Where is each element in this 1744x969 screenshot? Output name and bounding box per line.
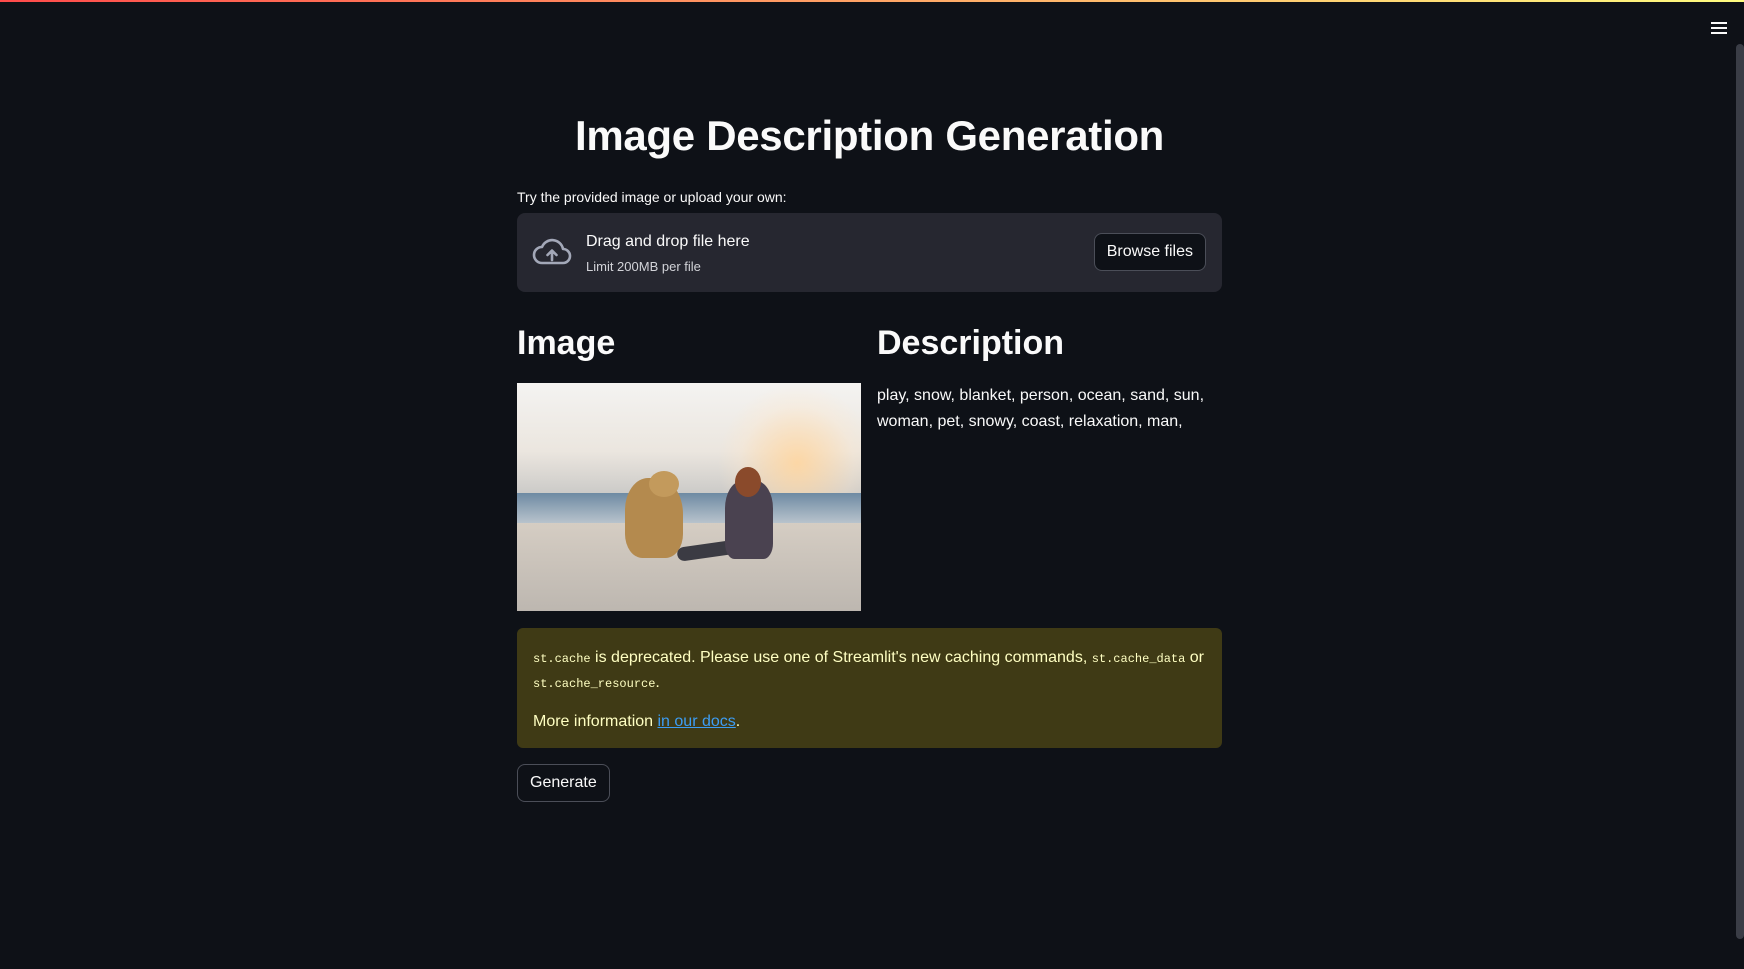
image-column-header: Image: [517, 324, 616, 362]
code-st-cache-data: st.cache_data: [1091, 652, 1186, 666]
description-column-header: Description: [877, 324, 1065, 362]
dropzone-title: Drag and drop file here: [586, 233, 750, 250]
warning-message: st.cache is deprecated. Please use one o…: [533, 649, 1204, 691]
generate-button[interactable]: Generate: [517, 764, 610, 802]
warning-more-info: More information in our docs.: [533, 713, 741, 730]
file-dropzone[interactable]: Drag and drop file here Limit 200MB per …: [517, 213, 1222, 292]
uploader-label: Try the provided image or upload your ow…: [517, 189, 787, 205]
code-st-cache-resource: st.cache_resource: [533, 677, 656, 691]
header-decoration-bar: [0, 0, 1744, 2]
docs-link[interactable]: in our docs: [658, 713, 736, 730]
scrollbar[interactable]: [1736, 44, 1744, 939]
code-st-cache: st.cache: [533, 652, 591, 666]
description-text: play, snow, blanket, person, ocean, sand…: [877, 387, 1205, 430]
deprecation-warning: st.cache is deprecated. Please use one o…: [517, 628, 1222, 748]
browse-files-button[interactable]: Browse files: [1093, 233, 1206, 271]
page-title: Image Description Generation: [574, 112, 1165, 159]
uploaded-image: [517, 383, 861, 611]
dropzone-limit: Limit 200MB per file: [586, 259, 701, 274]
hamburger-menu-icon[interactable]: [1707, 16, 1731, 40]
cloud-upload-icon: [532, 238, 572, 265]
